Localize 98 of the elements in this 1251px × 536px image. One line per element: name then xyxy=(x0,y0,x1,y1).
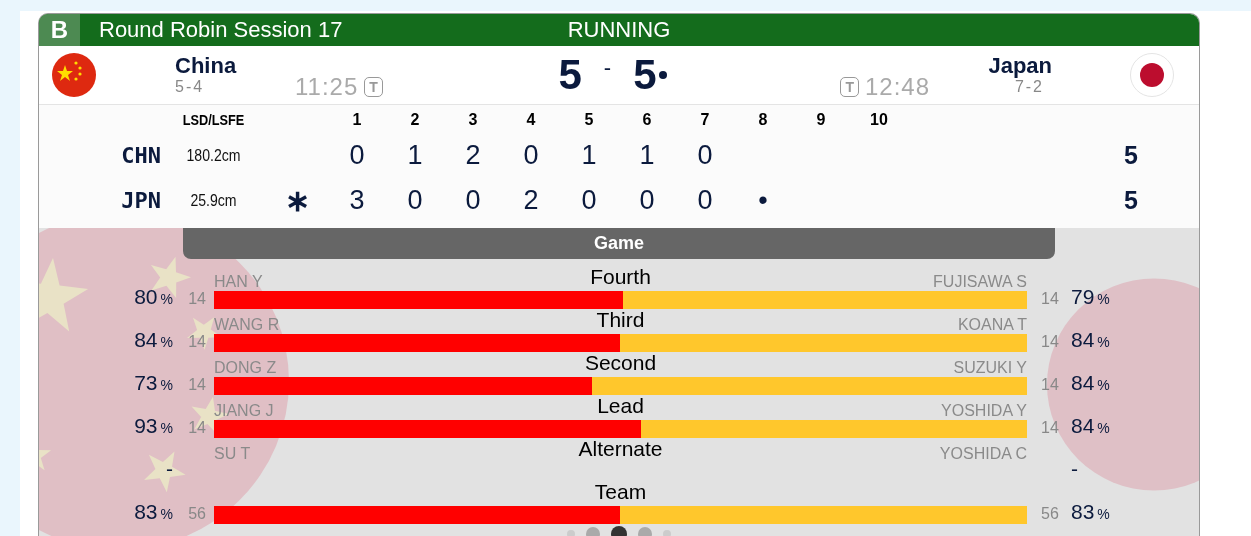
percent-sign: % xyxy=(1097,377,1110,393)
end-score: 0 xyxy=(696,139,714,172)
percentage: 84 xyxy=(1071,414,1095,438)
position-label: Second xyxy=(584,352,657,374)
column-header: 8 xyxy=(757,110,769,130)
team-abbreviation: CHN xyxy=(120,142,161,170)
percent-sign: % xyxy=(1097,291,1110,307)
end-score: 0 xyxy=(348,139,366,172)
team-abbreviation: JPN xyxy=(120,187,161,215)
shot-count: 14 xyxy=(187,418,207,438)
end-score: 0 xyxy=(580,184,598,217)
timeout-badge: T xyxy=(364,77,383,97)
shot-count: 14 xyxy=(1040,332,1059,352)
percentage: 79 xyxy=(1071,285,1095,309)
position-label: Third xyxy=(596,309,645,331)
shot-count: 56 xyxy=(1040,504,1059,524)
percent-sign: % xyxy=(160,291,173,307)
shot-count: 14 xyxy=(187,289,207,309)
end-score: • xyxy=(757,184,769,217)
column-header: 10 xyxy=(869,110,889,130)
percent-sign: % xyxy=(160,420,173,436)
player-name: KOANA T xyxy=(957,316,1027,334)
column-header: LSD/LSFE xyxy=(181,110,246,130)
end-score: 1 xyxy=(580,139,598,172)
percent-sign: % xyxy=(1097,506,1110,522)
shot-count: 14 xyxy=(1040,375,1059,395)
japan-flag-icon xyxy=(1130,53,1174,97)
percentage: - xyxy=(166,457,173,481)
player-name: JIANG J xyxy=(214,402,274,420)
percentage: 73 xyxy=(134,371,158,395)
end-score: 0 xyxy=(406,184,424,217)
last-stone-distance: 25.9cm xyxy=(189,191,238,211)
percent-sign: % xyxy=(160,506,173,522)
end-score: 0 xyxy=(696,184,714,217)
end-score: 0 xyxy=(522,139,540,172)
total-score: 5 xyxy=(1123,185,1139,216)
position-label: Team xyxy=(594,481,647,503)
team-record: 5-4 xyxy=(175,78,206,97)
team-name: China xyxy=(175,53,238,79)
player-name: WANG R xyxy=(214,316,280,334)
percentage: - xyxy=(1071,457,1078,481)
thinking-time: 12:48 xyxy=(864,73,930,101)
percentage: 84 xyxy=(1071,328,1095,352)
team-score: 5 xyxy=(558,51,582,99)
position-label: Lead xyxy=(597,395,644,417)
end-score: 1 xyxy=(406,139,424,172)
last-stone-distance: 180.2cm xyxy=(185,146,242,166)
column-header: 9 xyxy=(815,110,827,130)
shot-count: 14 xyxy=(187,332,207,352)
player-name: FUJISAWA S xyxy=(933,273,1027,291)
player-name: DONG Z xyxy=(214,359,277,377)
team-name: Japan xyxy=(988,53,1052,79)
sheet-badge: B xyxy=(39,14,80,46)
percentage: 84 xyxy=(134,328,158,352)
percent-sign: % xyxy=(1097,420,1110,436)
position-label: Alternate xyxy=(578,438,663,460)
player-name: YOSHIDA C xyxy=(939,445,1027,463)
column-header: 3 xyxy=(467,110,479,130)
column-header: 1 xyxy=(351,110,363,130)
timeout-badge: T xyxy=(840,77,859,97)
column-header: 4 xyxy=(525,110,537,130)
hammer-mark: ∗ xyxy=(283,183,311,219)
end-score: 3 xyxy=(348,184,366,217)
column-header: 5 xyxy=(583,110,595,130)
team-record: 7-2 xyxy=(1014,78,1044,97)
shot-count: 14 xyxy=(187,375,207,395)
player-name: YOSHIDA Y xyxy=(941,402,1027,420)
end-score: 2 xyxy=(464,139,482,172)
percentage: 83 xyxy=(1071,500,1095,524)
percent-sign: % xyxy=(1097,334,1110,350)
percent-sign: % xyxy=(160,377,173,393)
percentage: 84 xyxy=(1071,371,1095,395)
percentage: 80 xyxy=(134,285,158,309)
shot-count: 56 xyxy=(187,504,207,524)
end-score: 2 xyxy=(522,184,540,217)
column-header: 2 xyxy=(409,110,421,130)
position-label: Fourth xyxy=(590,266,651,288)
percentage: 83 xyxy=(134,500,158,524)
shot-count: 14 xyxy=(1040,289,1059,309)
score-separator: - xyxy=(603,55,612,81)
end-score: 0 xyxy=(464,184,482,217)
session-title: Round Robin Session 17 xyxy=(99,17,343,43)
shot-count: 14 xyxy=(1040,418,1059,438)
team-score: 5 xyxy=(633,51,657,99)
percent-sign: % xyxy=(160,334,173,350)
column-header: 7 xyxy=(699,110,711,130)
player-name: HAN Y xyxy=(214,273,263,291)
end-score: 0 xyxy=(638,184,656,217)
end-score: 1 xyxy=(638,139,656,172)
percentage: 93 xyxy=(134,414,158,438)
game-tab[interactable]: Game xyxy=(183,228,1055,259)
total-score: 5 xyxy=(1123,140,1139,171)
game-status: RUNNING xyxy=(567,17,671,43)
thinking-time: 11:25 xyxy=(295,73,359,101)
player-name: SU T xyxy=(214,445,251,463)
column-header: 6 xyxy=(641,110,653,130)
player-name: SUZUKI Y xyxy=(953,359,1027,377)
china-flag-icon xyxy=(52,53,96,97)
